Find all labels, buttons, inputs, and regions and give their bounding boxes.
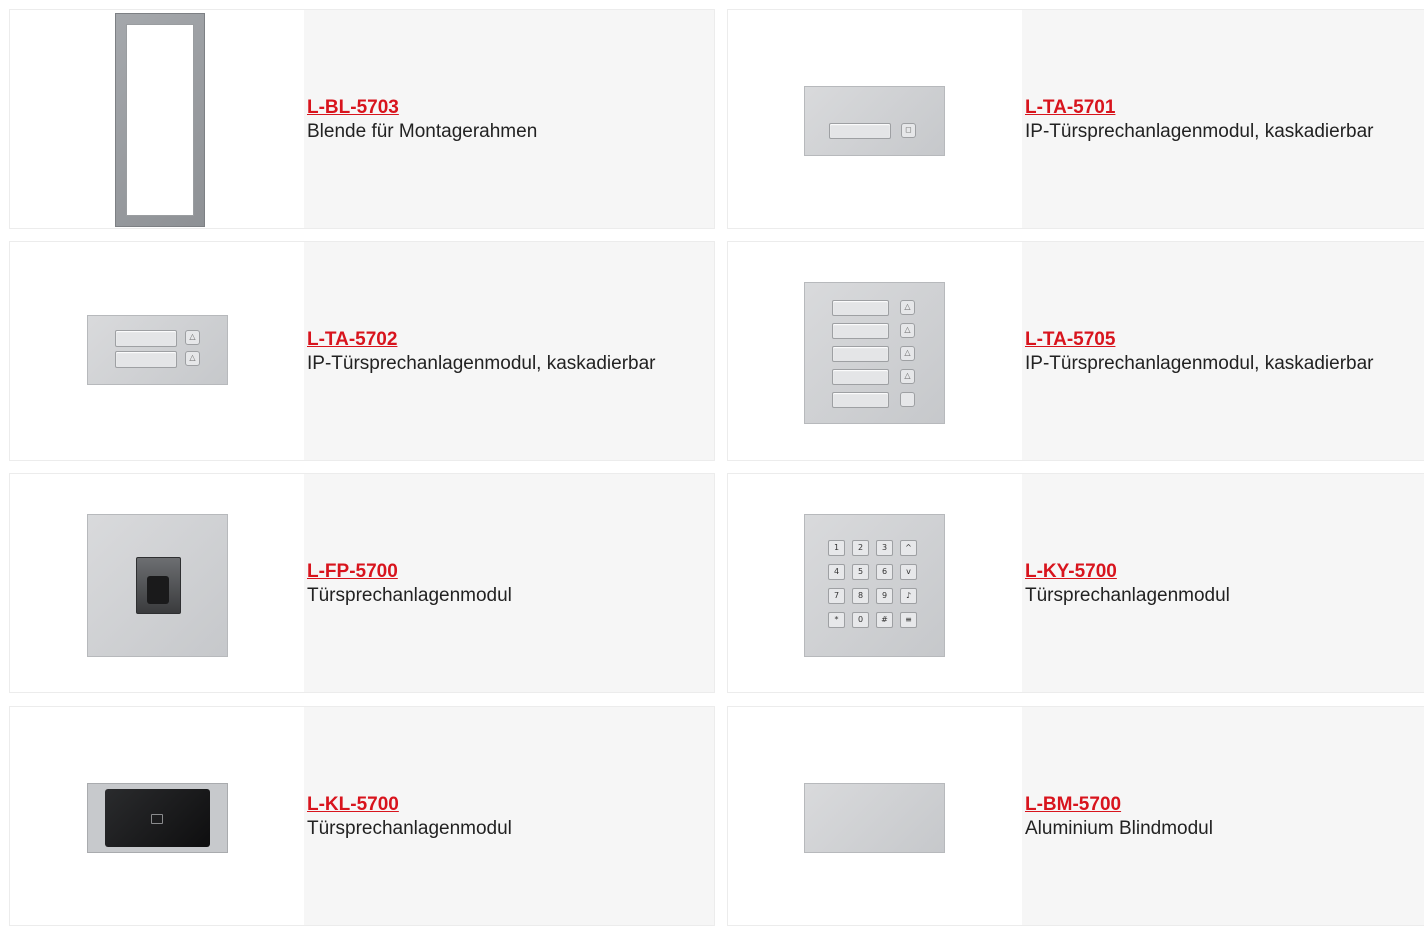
product-image <box>10 10 304 228</box>
product-image <box>10 707 304 925</box>
product-sku-link[interactable]: L-TA-5702 <box>307 328 714 352</box>
product-card: L-BM-5700 Aluminium Blindmodul <box>727 706 1424 926</box>
product-card: L-KL-5700 Türsprechanlagenmodul <box>9 706 715 926</box>
two-button-module-icon: △ △ <box>87 315 228 385</box>
fingerprint-module-icon <box>87 514 228 657</box>
product-card: ◻ L-TA-5701 IP-Türsprechanlagenmodul, ka… <box>727 9 1424 229</box>
product-description: IP-Türsprechanlagenmodul, kaskadierbar <box>1025 121 1374 142</box>
product-sku-link[interactable]: L-TA-5701 <box>1025 96 1424 120</box>
product-card: 1 2 3 ^ 4 5 6 v 7 8 9 ♪ * 0 # ≡ L-KY-570… <box>727 473 1424 693</box>
product-image: △ △ △ △ <box>728 242 1022 460</box>
blank-module-icon <box>804 783 945 853</box>
keypad-module-icon: 1 2 3 ^ 4 5 6 v 7 8 9 ♪ * 0 # ≡ <box>804 514 945 657</box>
product-image: △ △ <box>10 242 304 460</box>
product-card: △ △ L-TA-5702 IP-Türsprechanlagenmodul, … <box>9 241 715 461</box>
product-sku-link[interactable]: L-KL-5700 <box>307 793 714 817</box>
product-sku-link[interactable]: L-BM-5700 <box>1025 793 1424 817</box>
product-sku-link[interactable]: L-BL-5703 <box>307 96 714 120</box>
product-sku-link[interactable]: L-KY-5700 <box>1025 560 1424 584</box>
product-sku-link[interactable]: L-TA-5705 <box>1025 328 1424 352</box>
product-description: IP-Türsprechanlagenmodul, kaskadierbar <box>1025 353 1374 374</box>
product-description: Aluminium Blindmodul <box>1025 818 1213 839</box>
product-description: Türsprechanlagenmodul <box>307 585 512 606</box>
card-reader-module-icon <box>87 783 228 853</box>
product-sku-link[interactable]: L-FP-5700 <box>307 560 714 584</box>
product-description: IP-Türsprechanlagenmodul, kaskadierbar <box>307 353 656 374</box>
product-image: ◻ <box>728 10 1022 228</box>
product-card: △ △ △ △ L-TA-5705 IP-Türsprechanlagenmod… <box>727 241 1424 461</box>
product-description: Blende für Montagerahmen <box>307 121 538 142</box>
product-image: 1 2 3 ^ 4 5 6 v 7 8 9 ♪ * 0 # ≡ <box>728 474 1022 692</box>
five-button-module-icon: △ △ △ △ <box>804 282 945 424</box>
product-image <box>10 474 304 692</box>
product-card: L-BL-5703 Blende für Montagerahmen <box>9 9 715 229</box>
product-card: L-FP-5700 Türsprechanlagenmodul <box>9 473 715 693</box>
one-button-module-icon: ◻ <box>804 86 945 156</box>
product-description: Türsprechanlagenmodul <box>1025 585 1230 606</box>
product-image <box>728 707 1022 925</box>
frame-bezel-icon <box>115 13 205 227</box>
product-description: Türsprechanlagenmodul <box>307 818 512 839</box>
